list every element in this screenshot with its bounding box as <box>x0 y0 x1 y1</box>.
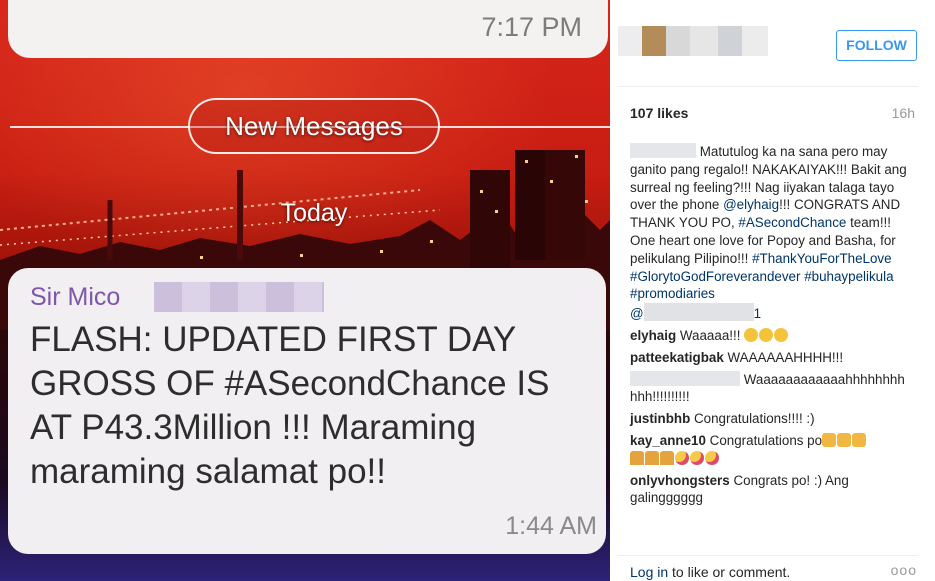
new-messages-pill: New Messages <box>188 98 440 154</box>
hashtag-thankyouforthelove[interactable]: #ThankYouForTheLove <box>752 251 891 266</box>
post-age[interactable]: 16h <box>892 105 915 121</box>
header-divider <box>618 86 918 87</box>
comment-text: Congratulations po <box>709 432 823 448</box>
redacted-sender-name <box>154 282 324 312</box>
comment-text: WAAAAAAHHHH!!! <box>727 349 844 365</box>
footer-divider <box>618 555 918 556</box>
redacted-comment-user[interactable] <box>630 370 740 386</box>
message-time: 1:44 AM <box>505 512 597 540</box>
hashtag-asecondchance[interactable]: #ASecondChance <box>738 215 846 230</box>
comment-text: Congratulations!!!! :) <box>693 411 815 427</box>
crying-emoji-icon <box>774 327 789 342</box>
comment-user[interactable]: kay_anne10 <box>630 433 706 448</box>
login-prompt: Log in to like or comment. <box>630 564 790 580</box>
redacted-mention <box>643 303 754 322</box>
clapping-hands-icon <box>852 432 867 447</box>
caption-mention-prefix[interactable]: @ <box>630 306 644 321</box>
clapping-hands-icon <box>837 432 852 447</box>
kiss-emoji-icon <box>690 450 704 465</box>
comment-user[interactable]: patteekatigbak <box>630 350 724 365</box>
comments-list: Matutulog ka na sana pero may ganito pan… <box>630 143 920 511</box>
redacted-caption-author[interactable] <box>630 143 696 158</box>
message-time-top: 7:17 PM <box>481 12 582 42</box>
today-label: Today <box>280 199 348 227</box>
follow-button[interactable]: FOLLOW <box>836 30 917 61</box>
comment-user[interactable]: elyhaig <box>630 328 676 343</box>
crying-emoji-icon <box>744 327 759 342</box>
caption-mention-elyhaig[interactable]: @elyhaig <box>723 197 779 212</box>
praying-hands-icon <box>660 450 674 465</box>
more-options-icon[interactable]: ooo <box>891 562 917 578</box>
comment-text: Waaaaa!!! <box>679 327 741 343</box>
clapping-hands-icon <box>822 432 837 447</box>
message-text: FLASH: UPDATED FIRST DAY GROSS OF #ASeco… <box>30 320 550 491</box>
hashtag-promodiaries[interactable]: #promodiaries <box>630 286 715 301</box>
login-link[interactable]: Log in <box>630 564 668 580</box>
message-sender: Sir Mico <box>30 283 121 311</box>
kiss-emoji-icon <box>705 450 719 465</box>
comment-user[interactable]: onlyvhongsters <box>630 473 730 488</box>
post-side-panel: FOLLOW 107 likes 16h Matutulog ka na san… <box>610 0 935 581</box>
caption-mention-suffix[interactable]: 1 <box>754 306 761 321</box>
comment: Waaaaaaaaaaaahhhhhhhh hhh!!!!!!!!!! <box>630 370 920 407</box>
likes-count[interactable]: 107 likes <box>630 105 688 121</box>
comment: kay_anne10 Congratulations po <box>630 432 920 468</box>
comment: justinbhb Congratulations!!!! :) <box>630 410 920 428</box>
comment: patteekatigbak WAAAAAAHHHH!!! <box>630 349 920 367</box>
comments-fade <box>630 540 920 555</box>
comment-user[interactable]: justinbhb <box>630 411 690 426</box>
login-prompt-text: to like or comment. <box>668 564 791 580</box>
post-photo[interactable]: 7:17 PM New Messages Today Sir Mico FLAS… <box>0 0 610 581</box>
praying-hands-icon <box>645 450 659 465</box>
previous-message-bubble: 7:17 PM <box>8 0 608 58</box>
redacted-username-avatar[interactable] <box>618 26 768 56</box>
comment: onlyvhongsters Congrats po! :) Ang galin… <box>630 472 920 508</box>
crying-emoji-icon <box>759 327 774 342</box>
caption: Matutulog ka na sana pero may ganito pan… <box>630 143 920 323</box>
hashtag-glorytogod[interactable]: #GlorytoGodForeverandever <box>630 269 800 284</box>
praying-hands-icon <box>630 450 644 465</box>
hashtag-buhaypelikula[interactable]: #buhaypelikula <box>804 269 893 284</box>
comment: elyhaig Waaaaa!!! <box>630 327 920 345</box>
kiss-emoji-icon <box>675 450 689 465</box>
